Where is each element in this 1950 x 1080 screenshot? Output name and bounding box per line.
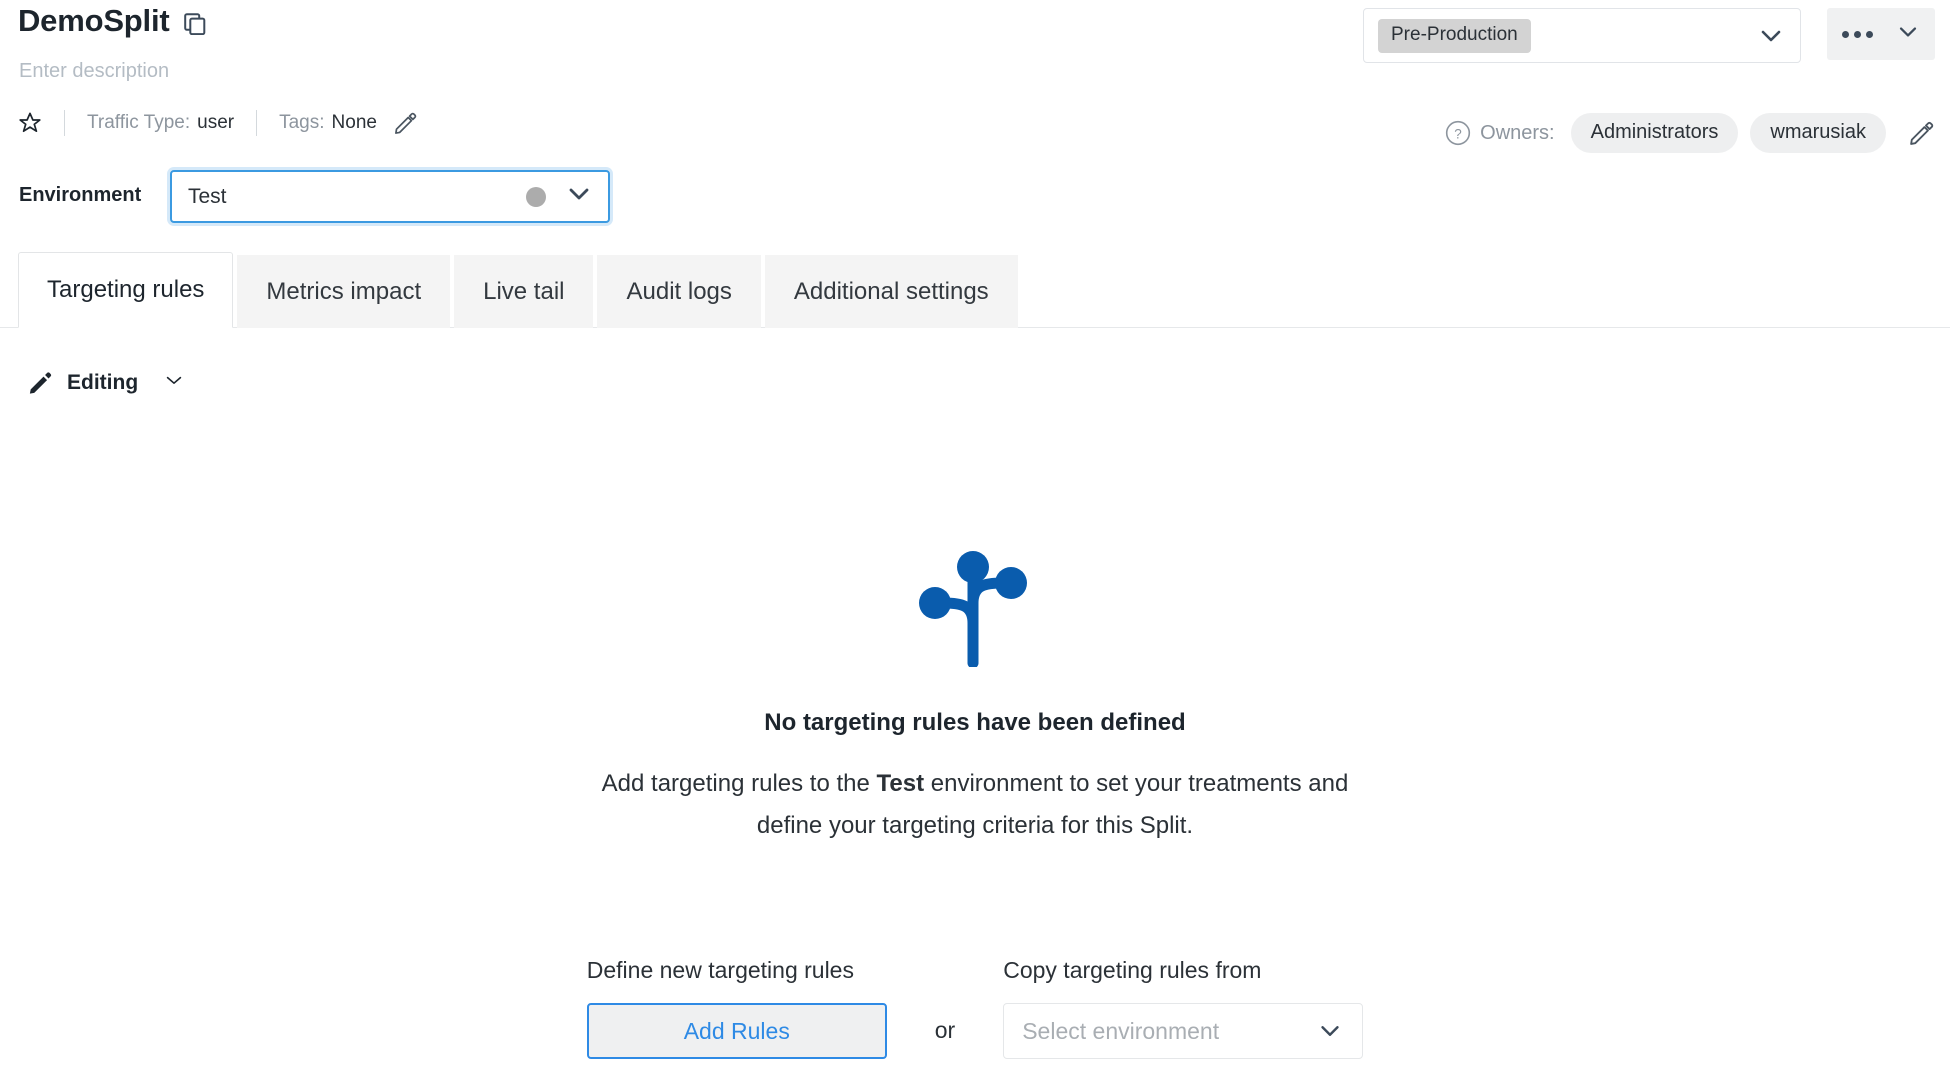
empty-body-environment: Test	[876, 770, 925, 797]
copy-icon[interactable]	[183, 12, 206, 35]
traffic-type-value: user	[197, 112, 235, 133]
tab-additional-settings[interactable]: Additional settings	[764, 255, 1018, 328]
split-branch-icon	[911, 545, 1039, 669]
copy-rules-group: Copy targeting rules from Select environ…	[1003, 955, 1364, 1059]
tags-label: Tags:	[279, 112, 325, 133]
copy-rules-label: Copy targeting rules from	[1003, 957, 1262, 983]
chevron-down-icon	[162, 368, 186, 397]
owner-chip-administrators[interactable]: Administrators	[1570, 113, 1739, 153]
svg-text:?: ?	[1454, 126, 1462, 141]
environment-label: Environment	[19, 184, 142, 206]
split-meta-row: Traffic Type: user Tags: None	[18, 110, 417, 136]
ellipsis-icon	[1841, 30, 1873, 38]
chevron-down-icon	[1756, 21, 1786, 51]
divider	[64, 110, 65, 136]
chevron-down-icon	[1895, 19, 1921, 50]
traffic-type-label: Traffic Type:	[87, 112, 191, 133]
environment-select[interactable]: Test	[170, 170, 610, 223]
owner-chip-wmarusiak[interactable]: wmarusiak	[1750, 113, 1886, 153]
tab-label: Additional settings	[793, 277, 989, 305]
edit-owners-pencil-icon[interactable]	[1908, 120, 1934, 146]
empty-state-actions: Define new targeting rules Add Rules or …	[0, 955, 1950, 1059]
environment-selected-value: Test	[188, 184, 227, 208]
owners-row: ? Owners: Administrators wmarusiak	[1445, 113, 1934, 153]
tab-live-tail[interactable]: Live tail	[454, 255, 594, 328]
define-rules-label: Define new targeting rules	[586, 957, 854, 983]
chevron-down-icon	[564, 179, 594, 214]
tab-metrics-impact[interactable]: Metrics impact	[237, 255, 451, 328]
add-rules-button[interactable]: Add Rules	[586, 1003, 887, 1059]
empty-body-prefix: Add targeting rules to the	[601, 770, 877, 797]
tab-label: Live tail	[483, 277, 565, 305]
or-separator-label: or	[934, 1017, 956, 1043]
empty-state-title: No targeting rules have been defined	[764, 709, 1186, 736]
edit-metadata-pencil-icon[interactable]	[393, 111, 417, 135]
define-rules-group: Define new targeting rules Add Rules	[586, 955, 887, 1059]
empty-state: No targeting rules have been defined Add…	[0, 545, 1950, 847]
chevron-down-icon	[1316, 1017, 1344, 1045]
empty-state-body: Add targeting rules to the Test environm…	[570, 763, 1380, 847]
environment-status-dot	[526, 186, 546, 207]
more-actions-menu[interactable]	[1827, 8, 1935, 60]
tab-label: Audit logs	[626, 277, 732, 305]
tab-audit-logs[interactable]: Audit logs	[597, 255, 761, 328]
editing-mode-label: Editing	[67, 370, 139, 394]
page-title: DemoSplit	[18, 3, 170, 38]
owners-label: Owners:	[1480, 121, 1555, 144]
tab-label: Metrics impact	[266, 277, 422, 305]
tab-label: Targeting rules	[47, 276, 205, 303]
question-circle-icon[interactable]: ?	[1445, 120, 1471, 146]
editing-mode-toggle[interactable]: Editing	[28, 368, 186, 397]
tab-bar: Targeting rules Metrics impact Live tail…	[18, 252, 1022, 328]
copy-environment-select[interactable]: Select environment	[1003, 1003, 1364, 1059]
tags-value: None	[331, 112, 377, 133]
tab-targeting-rules[interactable]: Targeting rules	[18, 252, 234, 328]
divider	[256, 110, 258, 136]
environment-group-select[interactable]: Pre-Production	[1363, 8, 1801, 63]
environment-group-chip: Pre-Production	[1378, 18, 1531, 53]
description-placeholder[interactable]: Enter description	[19, 58, 169, 84]
star-outline-icon[interactable]	[18, 111, 42, 135]
page-title-row: DemoSplit	[18, 2, 206, 40]
split-detail-page: DemoSplit Enter description Traffic Type…	[0, 0, 1950, 1080]
copy-environment-placeholder: Select environment	[1022, 1017, 1220, 1044]
pencil-icon	[28, 370, 53, 395]
